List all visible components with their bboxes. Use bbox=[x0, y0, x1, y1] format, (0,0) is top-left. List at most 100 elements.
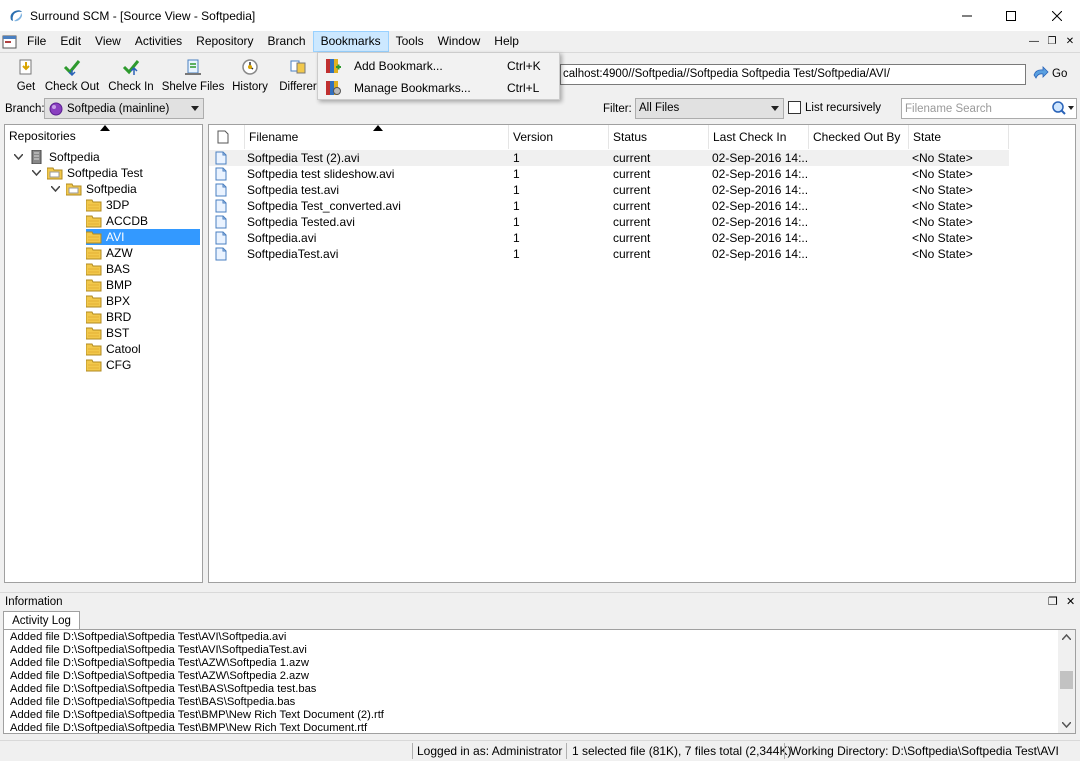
address-field[interactable]: calhost:4900//Softpedia//Softpedia Softp… bbox=[560, 64, 1026, 85]
search-icon[interactable] bbox=[1051, 100, 1075, 116]
add-bookmark-item[interactable]: Add Bookmark... Ctrl+K bbox=[320, 55, 558, 77]
cell-state: <No State> bbox=[912, 151, 973, 165]
menu-bookmarks[interactable]: Bookmarks bbox=[312, 31, 389, 52]
folder-icon bbox=[86, 215, 102, 228]
file-icon bbox=[215, 247, 227, 261]
table-row[interactable]: Softpedia test.avi 1 current 02-Sep-2016 14… bbox=[209, 182, 1009, 198]
folder-icon bbox=[86, 263, 102, 276]
minimize-button[interactable] bbox=[944, 0, 990, 31]
file-icon bbox=[215, 199, 227, 213]
menu-view[interactable]: View bbox=[88, 31, 128, 52]
cell-state: <No State> bbox=[912, 247, 973, 261]
get-button[interactable]: Get bbox=[13, 55, 39, 95]
expand-chevron-icon[interactable] bbox=[31, 168, 41, 178]
check-in-button[interactable]: Check In bbox=[108, 55, 154, 95]
tree-node[interactable]: AZW bbox=[69, 245, 133, 261]
chevron-down-icon bbox=[771, 106, 779, 111]
tree-node[interactable]: BPX bbox=[69, 293, 130, 309]
tree-node[interactable]: ACCDB bbox=[69, 213, 148, 229]
folder-icon bbox=[86, 311, 102, 324]
app-logo-icon bbox=[10, 9, 22, 21]
tree-node[interactable]: 3DP bbox=[69, 197, 129, 213]
column-header-checked-out-by[interactable]: Checked Out By bbox=[809, 125, 909, 149]
folder-open-icon bbox=[66, 183, 82, 196]
expand-chevron-icon[interactable] bbox=[50, 184, 60, 194]
tree-node[interactable]: Softpedia Test bbox=[31, 165, 143, 181]
cell-status: current bbox=[613, 231, 651, 245]
tree-node[interactable]: BMP bbox=[69, 277, 132, 293]
tree-node[interactable]: AVI bbox=[86, 229, 200, 245]
menu-branch[interactable]: Branch bbox=[261, 31, 313, 52]
go-button[interactable]: Go bbox=[1032, 65, 1067, 83]
cell-filename: Softpedia test slideshow.avi bbox=[247, 167, 395, 181]
menu-repository[interactable]: Repository bbox=[189, 31, 260, 52]
check-in-icon bbox=[122, 60, 140, 75]
menu-activities[interactable]: Activities bbox=[128, 31, 189, 52]
file-list-panel: Filename Version Status Last Check In Ch… bbox=[208, 124, 1076, 583]
shelve-files-button[interactable]: Shelve Files bbox=[162, 55, 224, 95]
tree-node[interactable]: Softpedia bbox=[50, 181, 137, 197]
menu-help[interactable]: Help bbox=[487, 31, 526, 52]
table-row[interactable]: Softpedia Tested.avi 1 current 02-Sep-2016 … bbox=[209, 214, 1009, 230]
mdi-restore-icon[interactable]: ❐ bbox=[1045, 35, 1059, 49]
log-scrollbar[interactable] bbox=[1058, 630, 1075, 733]
menu-file[interactable]: File bbox=[20, 31, 53, 52]
status-working-directory: Working Directory: D:\Softpedia\Softpedi… bbox=[790, 744, 1059, 758]
menu-window[interactable]: Window bbox=[431, 31, 488, 52]
folder-icon bbox=[86, 231, 102, 244]
table-row[interactable]: SoftpediaTest.avi 1 current 02-Sep-2016 14:… bbox=[209, 246, 1009, 262]
cell-last-check-in: 02-Sep-2016 14:... bbox=[712, 151, 808, 165]
folder-icon bbox=[86, 295, 102, 308]
check-out-button[interactable]: Check Out bbox=[45, 55, 99, 95]
tree-node[interactable]: Catool bbox=[69, 341, 141, 357]
mdi-close-icon[interactable]: ✕ bbox=[1063, 35, 1077, 49]
restore-panel-icon[interactable]: ❐ bbox=[1048, 595, 1058, 608]
menu-edit[interactable]: Edit bbox=[53, 31, 88, 52]
column-header-last-check-in[interactable]: Last Check In bbox=[709, 125, 809, 149]
cell-last-check-in: 02-Sep-2016 14:... bbox=[712, 167, 808, 181]
close-panel-icon[interactable]: ✕ bbox=[1066, 595, 1075, 608]
menu-tools[interactable]: Tools bbox=[389, 31, 431, 52]
column-header-status[interactable]: Status bbox=[609, 125, 709, 149]
column-header-version[interactable]: Version bbox=[509, 125, 609, 149]
maximize-button[interactable] bbox=[988, 0, 1034, 31]
folder-icon bbox=[86, 199, 102, 212]
close-button[interactable] bbox=[1034, 0, 1080, 31]
tree-node[interactable]: BRD bbox=[69, 309, 131, 325]
expand-chevron-icon[interactable] bbox=[13, 152, 23, 162]
filter-select[interactable]: All Files bbox=[635, 98, 784, 119]
cell-state: <No State> bbox=[912, 199, 973, 213]
scrollbar-thumb[interactable] bbox=[1060, 671, 1073, 689]
document-menu-icon[interactable] bbox=[2, 34, 18, 50]
table-row[interactable]: Softpedia test slideshow.avi 1 current 02-S… bbox=[209, 166, 1009, 182]
manage-bookmarks-item[interactable]: Manage Bookmarks... Ctrl+L bbox=[320, 77, 558, 99]
mdi-minimize-icon[interactable]: — bbox=[1027, 35, 1041, 49]
close-icon bbox=[1052, 10, 1062, 21]
tree-node[interactable]: BST bbox=[69, 325, 129, 341]
scroll-down-icon[interactable] bbox=[1062, 722, 1071, 728]
manage-bookmarks-icon bbox=[326, 81, 341, 95]
repositories-panel: Repositories Softpedia Softpedia Test Soft… bbox=[4, 124, 203, 583]
status-selection: 1 selected file (81K), 7 files total (2,… bbox=[572, 744, 792, 758]
cell-version: 1 bbox=[513, 231, 520, 245]
branch-select[interactable]: Softpedia (mainline) bbox=[44, 98, 204, 119]
list-recursively-checkbox[interactable]: List recursively bbox=[788, 101, 881, 114]
table-row[interactable]: Softpedia Test_converted.avi 1 current 02-S… bbox=[209, 198, 1009, 214]
cell-status: current bbox=[613, 215, 651, 229]
checkbox-box[interactable] bbox=[788, 101, 801, 114]
folder-icon bbox=[86, 327, 102, 340]
column-header-state[interactable]: State bbox=[909, 125, 1009, 149]
tab-activity-log[interactable]: Activity Log bbox=[3, 611, 80, 630]
differences-icon bbox=[290, 60, 306, 74]
table-row[interactable]: Softpedia Test (2).avi 1 current 02-Sep-201… bbox=[209, 150, 1009, 166]
tree-node[interactable]: Softpedia bbox=[13, 149, 100, 165]
scroll-up-icon[interactable] bbox=[1062, 634, 1071, 640]
differences-button[interactable]: Differer bbox=[279, 55, 317, 95]
tree-node[interactable]: BAS bbox=[69, 261, 130, 277]
table-row[interactable]: Softpedia.avi 1 current 02-Sep-2016 14:... <… bbox=[209, 230, 1009, 246]
folder-icon bbox=[86, 359, 102, 372]
history-button[interactable]: History bbox=[231, 55, 269, 95]
tree-node[interactable]: CFG bbox=[69, 357, 131, 373]
column-header-icon[interactable] bbox=[209, 125, 245, 149]
status-logged-in: Logged in as: Administrator bbox=[417, 744, 563, 758]
